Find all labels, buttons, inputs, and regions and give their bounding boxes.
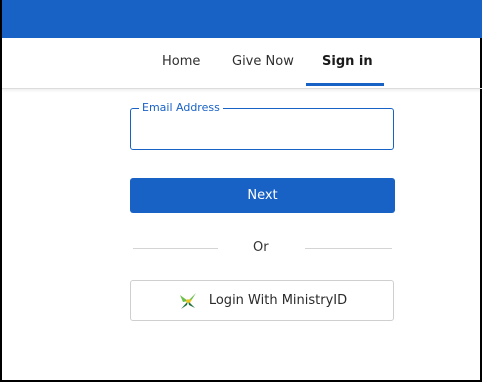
email-field[interactable]: Email Address	[130, 101, 394, 150]
top-navigation: Home Give Now Sign in	[2, 38, 482, 89]
email-input[interactable]	[141, 121, 385, 143]
top-header-bar	[2, 0, 482, 38]
nav-give-now[interactable]: Give Now	[232, 54, 294, 69]
login-with-ministryid-button[interactable]: Login With MinistryID	[130, 280, 394, 321]
active-tab-indicator	[306, 83, 384, 86]
divider-left	[133, 248, 218, 249]
page-frame: Home Give Now Sign in Email Address Next…	[0, 0, 482, 382]
next-button[interactable]: Next	[130, 178, 395, 213]
nav-sign-in[interactable]: Sign in	[322, 54, 373, 69]
ministryid-logo-icon	[177, 290, 199, 312]
or-divider-text: Or	[253, 240, 269, 255]
ministryid-button-label: Login With MinistryID	[208, 293, 348, 308]
nav-home[interactable]: Home	[162, 54, 200, 69]
email-field-label: Email Address	[139, 101, 223, 115]
next-button-label: Next	[247, 188, 278, 203]
divider-right	[305, 248, 392, 249]
